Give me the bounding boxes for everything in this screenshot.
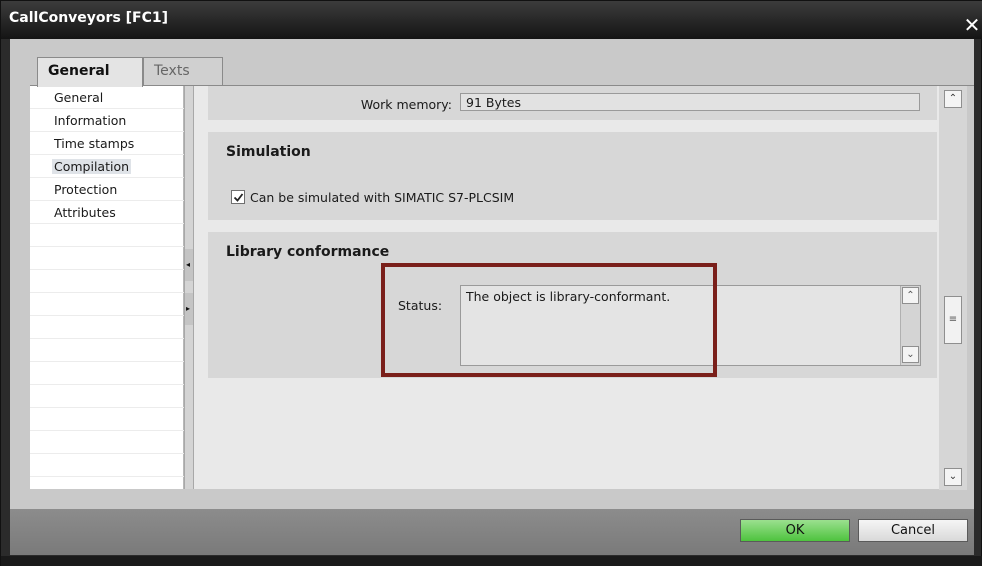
work-memory-field: 91 Bytes <box>460 93 920 111</box>
nav-item-time-stamps[interactable]: Time stamps <box>30 132 184 155</box>
ok-button[interactable]: OK <box>740 519 850 542</box>
status-scrollbar[interactable]: ⌃ ⌄ <box>900 286 920 365</box>
checkmark-icon <box>233 193 244 202</box>
nav-empty-row <box>30 408 184 431</box>
work-memory-section: Work memory: 91 Bytes <box>208 86 937 120</box>
work-memory-label: Work memory: <box>360 97 452 112</box>
nav-item-compilation[interactable]: Compilation <box>30 155 184 178</box>
tab-general[interactable]: General <box>37 57 143 87</box>
simulation-checkbox[interactable] <box>231 190 245 204</box>
collapse-left-icon[interactable]: ◂ <box>185 249 193 281</box>
nav-item-label: Protection <box>54 182 118 197</box>
scroll-thumb[interactable]: ≡ <box>944 296 962 344</box>
nav-item-protection[interactable]: Protection <box>30 178 184 201</box>
close-icon[interactable]: ✕ <box>961 14 982 36</box>
scroll-down-icon[interactable]: ⌄ <box>944 468 962 486</box>
main-scrollbar[interactable]: ⌃ ≡ ⌄ <box>939 86 967 490</box>
bottom-strip <box>1 556 982 566</box>
nav-empty-row <box>30 316 184 339</box>
nav-empty-row <box>30 339 184 362</box>
chevron-down-icon[interactable]: ⌄ <box>902 346 919 363</box>
pane-splitter[interactable] <box>184 86 194 489</box>
dialog-footer: OK Cancel <box>10 509 974 555</box>
window-title: CallConveyors [FC1] <box>9 10 169 26</box>
nav-empty-row <box>30 454 184 477</box>
scroll-up-icon[interactable]: ⌃ <box>944 90 962 108</box>
nav-empty-row <box>30 362 184 385</box>
nav-empty-row <box>30 431 184 454</box>
nav-item-label: Compilation <box>52 159 132 174</box>
nav-item-label: Time stamps <box>54 136 135 151</box>
nav-item-label: Information <box>54 113 127 128</box>
tab-texts[interactable]: Texts <box>143 57 223 85</box>
cancel-button[interactable]: Cancel <box>858 519 968 542</box>
simulation-checkbox-label: Can be simulated with SIMATIC S7-PLCSIM <box>250 190 515 205</box>
nav-empty-row <box>30 247 184 270</box>
nav-empty-row <box>30 224 184 247</box>
nav-item-label: General <box>54 90 104 105</box>
nav-item-general[interactable]: General <box>30 86 184 109</box>
nav-empty-row <box>30 293 184 316</box>
simulation-title: Simulation <box>226 144 311 160</box>
navigation-pane: General Information Time stamps Compilat… <box>30 86 184 489</box>
simulation-section: Simulation Can be simulated with SIMATIC… <box>208 132 937 220</box>
library-conformance-title: Library conformance <box>226 244 390 260</box>
nav-item-label: Attributes <box>54 205 116 220</box>
nav-item-information[interactable]: Information <box>30 109 184 132</box>
chevron-up-icon[interactable]: ⌃ <box>902 287 919 304</box>
nav-empty-row <box>30 270 184 293</box>
nav-item-attributes[interactable]: Attributes <box>30 201 184 224</box>
properties-dialog: CallConveyors [FC1] ✕ General Texts Gene… <box>0 0 982 566</box>
title-bar: CallConveyors [FC1] ✕ <box>1 1 982 39</box>
expand-right-icon[interactable]: ▸ <box>185 293 193 325</box>
nav-empty-row <box>30 385 184 408</box>
highlight-frame <box>381 263 717 377</box>
